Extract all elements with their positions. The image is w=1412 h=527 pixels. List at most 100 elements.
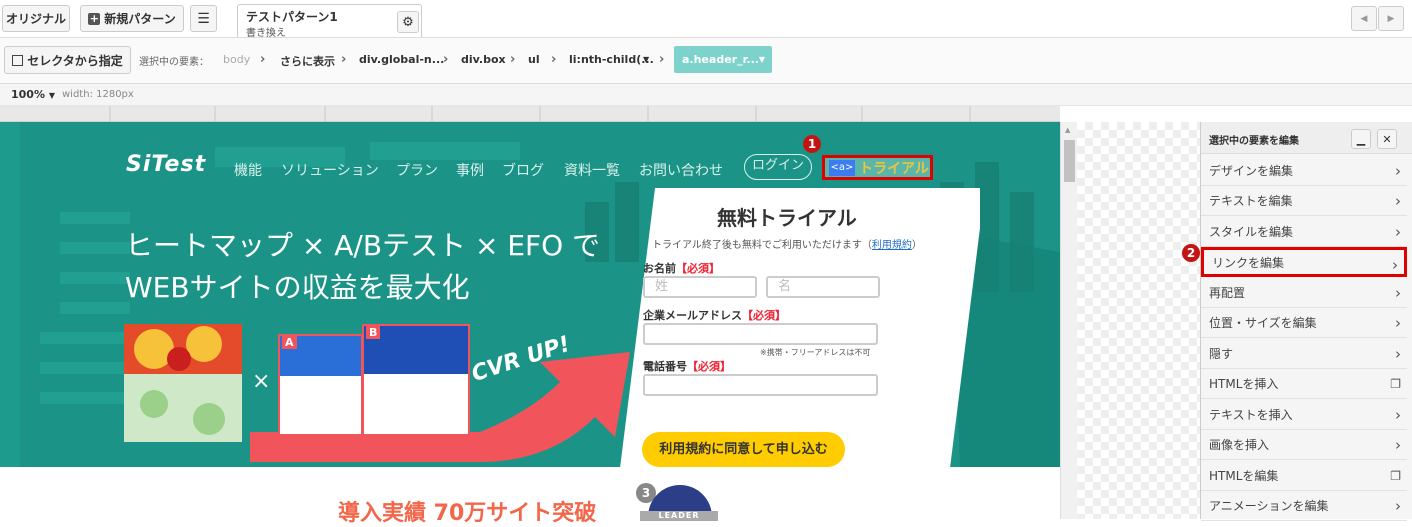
panel-item-edit-design[interactable]: デザインを編集 › bbox=[1201, 156, 1407, 186]
viewport-width: width: 1280px bbox=[62, 89, 134, 100]
panel-item-edit-html[interactable]: HTMLを編集 ❐ bbox=[1201, 461, 1407, 491]
chevron-right-icon: › bbox=[1395, 406, 1401, 424]
copy-window-icon: ❐ bbox=[1390, 377, 1401, 391]
chevron-right-icon: ▶ bbox=[1387, 13, 1395, 24]
itreview-leader-badge: 3 LEADER bbox=[636, 483, 718, 521]
breadcrumb-show-more[interactable]: さらに表示 bbox=[280, 53, 335, 69]
panel-item-edit-text[interactable]: テキストを編集 › bbox=[1201, 186, 1407, 216]
submit-button[interactable]: 利用規約に同意して申し込む bbox=[642, 432, 845, 467]
site-hero: SiTest 機能 ソリューション プラン 事例 ブログ 資料一覧 お問い合わせ… bbox=[0, 122, 1060, 467]
email-input[interactable] bbox=[643, 323, 878, 345]
login-button[interactable]: ログイン bbox=[744, 154, 812, 180]
variant-b-label: B bbox=[366, 326, 381, 339]
caret-down-icon: ▼ bbox=[48, 91, 55, 100]
prev-button[interactable]: ◀ bbox=[1351, 6, 1377, 31]
vertical-scrollbar[interactable]: ▲ bbox=[1060, 122, 1077, 519]
close-icon: ✕ bbox=[1382, 132, 1392, 146]
breadcrumb-body[interactable]: body bbox=[223, 53, 250, 66]
chevron-right-icon: › bbox=[1395, 345, 1401, 363]
last-name-input[interactable]: 姓 bbox=[643, 276, 757, 298]
chevron-right-icon: › bbox=[1395, 192, 1401, 210]
edit-panel-header: 選択中の要素を編集 ▁ ✕ bbox=[1201, 122, 1412, 154]
panel-item-edit-link[interactable]: リンクを編集 › bbox=[1201, 247, 1407, 277]
nav-blog[interactable]: ブログ bbox=[502, 160, 544, 180]
sitest-logo[interactable]: SiTest bbox=[126, 152, 206, 177]
breadcrumb-global-nav[interactable]: div.global-n... bbox=[359, 53, 444, 66]
chevron-right-icon: › bbox=[341, 52, 347, 67]
panel-item-edit-style[interactable]: スタイルを編集 › bbox=[1201, 217, 1407, 247]
chevron-right-icon: › bbox=[260, 52, 266, 67]
chevron-right-icon: › bbox=[1395, 223, 1401, 241]
chevron-right-icon: › bbox=[1395, 497, 1401, 515]
selected-element-label: 選択中の要素： bbox=[139, 57, 209, 68]
zoom-select[interactable]: 100% ▼ bbox=[11, 88, 55, 101]
email-note: ※携帯・フリーアドレスは不可 bbox=[760, 348, 871, 357]
form-note: トライアル終了後も無料でご利用いただけます（利用規約） bbox=[652, 240, 922, 251]
nav-contact[interactable]: お問い合わせ bbox=[639, 160, 723, 180]
minimize-icon: ▁ bbox=[1356, 132, 1366, 146]
panel-item-insert-image[interactable]: 画像を挿入 › bbox=[1201, 430, 1407, 460]
chevron-left-icon: ◀ bbox=[1360, 13, 1368, 24]
ruler bbox=[0, 106, 1060, 122]
times-symbol: × bbox=[252, 369, 271, 394]
close-button[interactable]: ✕ bbox=[1377, 129, 1397, 149]
variant-a-label: A bbox=[282, 336, 297, 349]
selection-box-icon bbox=[12, 54, 24, 66]
terms-link[interactable]: 利用規約 bbox=[872, 240, 912, 251]
pattern-tab[interactable]: テストパターン1 書き換え ⚙ bbox=[237, 4, 422, 39]
minimize-button[interactable]: ▁ bbox=[1351, 129, 1371, 149]
pattern-tab-subtitle: 書き換え bbox=[246, 28, 286, 39]
annotation-badge-1: 1 bbox=[803, 135, 821, 153]
panel-item-hide[interactable]: 隠す › bbox=[1201, 339, 1407, 369]
chevron-down-icon: ▼ bbox=[758, 55, 765, 64]
list-icon: ☰ bbox=[197, 10, 210, 27]
original-button[interactable]: オリジナル bbox=[2, 5, 70, 32]
trial-link-selected[interactable]: <a> トライアル bbox=[822, 155, 933, 180]
email-label: 企業メールアドレス【必須】 bbox=[643, 309, 786, 322]
scroll-up-icon[interactable]: ▲ bbox=[1065, 126, 1070, 134]
chevron-right-icon: › bbox=[1395, 162, 1401, 180]
chevron-right-icon: › bbox=[1392, 256, 1398, 274]
breadcrumb-selected-element[interactable]: a.header_r... ▼ bbox=[674, 46, 772, 73]
panel-item-insert-html[interactable]: HTMLを挿入 ❐ bbox=[1201, 369, 1407, 399]
edit-panel: 選択中の要素を編集 ▁ ✕ デザインを編集 › テキストを編集 › スタイルを編集 ›… bbox=[1200, 122, 1412, 521]
phone-label: 電話番号【必須】 bbox=[643, 360, 731, 373]
edit-panel-title: 選択中の要素を編集 bbox=[1209, 136, 1299, 147]
chevron-right-icon: › bbox=[1395, 314, 1401, 332]
select-by-selector-button[interactable]: セレクタから指定 bbox=[4, 46, 131, 74]
breadcrumb-div-box[interactable]: div.box bbox=[461, 53, 506, 66]
nav-cases[interactable]: 事例 bbox=[456, 160, 484, 180]
chevron-down-icon[interactable]: ▼ bbox=[643, 55, 649, 64]
list-menu-button[interactable]: ☰ bbox=[190, 5, 217, 32]
results-section: 導入実績 70万サイト突破 3 LEADER bbox=[0, 467, 1060, 526]
nav-resources[interactable]: 資料一覧 bbox=[564, 160, 620, 180]
phone-input[interactable] bbox=[643, 374, 878, 396]
breadcrumb-ul[interactable]: ul bbox=[528, 53, 540, 66]
scrollbar-thumb[interactable] bbox=[1064, 140, 1075, 182]
form-title: 無料トライアル bbox=[717, 206, 857, 230]
panel-item-edit-position-size[interactable]: 位置・サイズを編集 › bbox=[1201, 308, 1407, 338]
annotation-badge-2: 2 bbox=[1182, 244, 1200, 262]
panel-item-insert-text[interactable]: テキストを挿入 › bbox=[1201, 400, 1407, 430]
next-button[interactable]: ▶ bbox=[1378, 6, 1404, 31]
chevron-right-icon: › bbox=[659, 52, 665, 67]
trial-link-text: トライアル bbox=[859, 161, 929, 177]
hero-headline-2: WEBサイトの収益を最大化 bbox=[125, 271, 470, 304]
selector-bar: セレクタから指定 選択中の要素： body › さらに表示 › div.glob… bbox=[0, 38, 1412, 84]
nav-features[interactable]: 機能 bbox=[234, 160, 262, 180]
chevron-right-icon: › bbox=[551, 52, 557, 67]
pattern-tab-title: テストパターン1 bbox=[246, 10, 338, 24]
panel-item-edit-animation[interactable]: アニメーションを編集 › bbox=[1201, 491, 1407, 521]
anchor-tag-label: <a> bbox=[829, 160, 855, 176]
hero-headline-1: ヒートマップ × A/Bテスト × EFO で bbox=[125, 229, 601, 262]
tab-settings-button[interactable]: ⚙ bbox=[397, 11, 419, 33]
heatmap-image bbox=[124, 324, 242, 442]
chevron-right-icon: › bbox=[1395, 284, 1401, 302]
nav-plans[interactable]: プラン bbox=[396, 160, 438, 180]
new-pattern-button[interactable]: + 新規パターン bbox=[80, 5, 184, 32]
nav-solutions[interactable]: ソリューション bbox=[281, 160, 379, 180]
breadcrumb-li[interactable]: li:nth-child(... bbox=[569, 53, 654, 66]
panel-item-reposition[interactable]: 再配置 › bbox=[1201, 278, 1407, 308]
gear-icon: ⚙ bbox=[402, 14, 414, 30]
first-name-input[interactable]: 名 bbox=[766, 276, 880, 298]
